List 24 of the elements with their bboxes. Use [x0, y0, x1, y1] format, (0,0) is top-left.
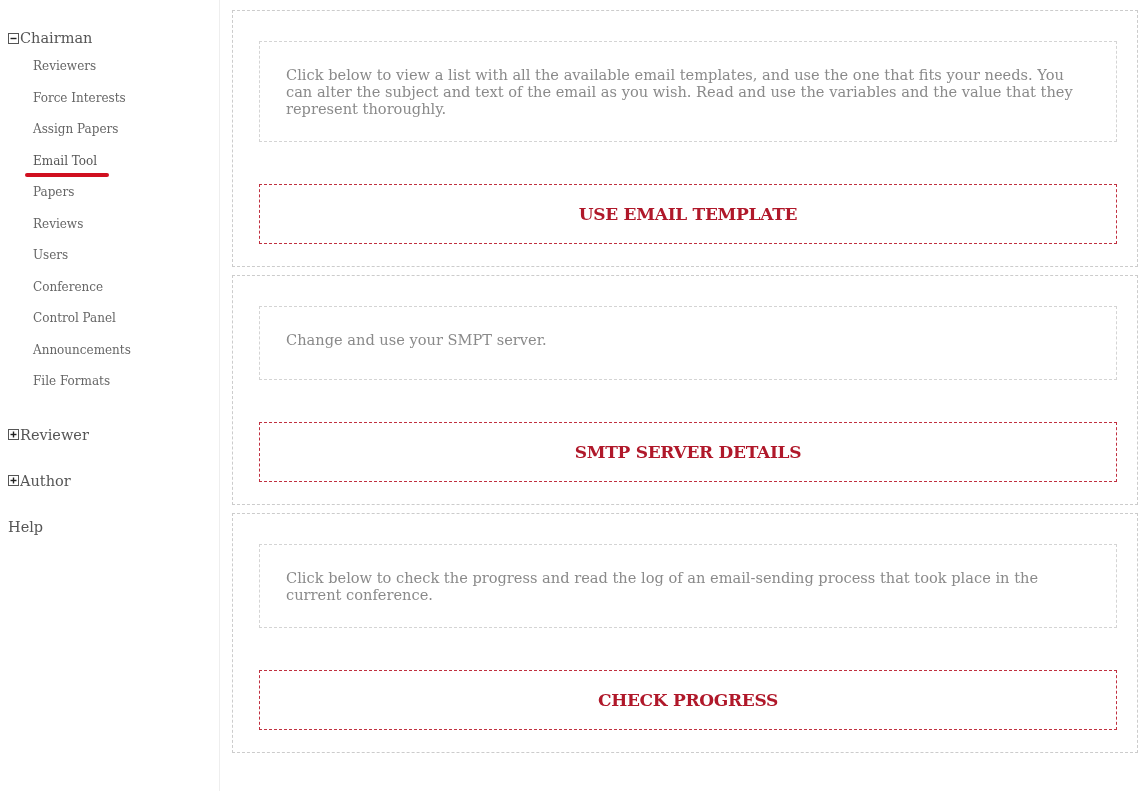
sidebar-item[interactable]: Announcements	[0, 335, 131, 364]
sidebar-item[interactable]: Email Tool	[0, 146, 98, 175]
collapse-icon[interactable]	[8, 32, 19, 44]
action-button[interactable]: CHECK PROGRESS	[259, 670, 1117, 730]
sidebar-link[interactable]: Help	[8, 518, 44, 535]
expand-icon[interactable]	[8, 429, 19, 440]
sidebar-item[interactable]: Users	[0, 241, 69, 269]
description-text: Click below to view a list with all the available email templates, and use the one that fits your needs. You can alter the subject and text of the email as you wish. Read and use the variables and the value that they represent thoroughly.	[259, 41, 1117, 142]
sidebar-item[interactable]: Reviewers	[0, 52, 97, 80]
action-button[interactable]: SMTP SERVER DETAILS	[259, 422, 1117, 482]
description-text: Change and use your SMPT server.	[259, 306, 1117, 380]
sidebar-group[interactable]: Author	[20, 472, 71, 489]
sidebar-item[interactable]: Conference	[0, 272, 104, 301]
sidebar-item[interactable]: File Formats	[0, 367, 111, 395]
sidebar-item[interactable]: Papers	[0, 178, 75, 206]
sidebar-item[interactable]: Reviews	[0, 209, 84, 238]
sidebar-item[interactable]: Assign Papers	[0, 115, 119, 143]
action-button[interactable]: USE EMAIL TEMPLATE	[259, 184, 1117, 244]
description-text: Click below to check the progress and read the log of an email-sending process that took place in the current conference.	[259, 544, 1117, 628]
sidebar-item[interactable]: Control Panel	[0, 304, 116, 332]
sidebar-item[interactable]: Force Interests	[0, 83, 126, 112]
sidebar-group[interactable]: Reviewer	[20, 426, 89, 443]
sidebar-group[interactable]: Chairman	[20, 30, 93, 46]
expand-icon[interactable]	[8, 475, 19, 486]
